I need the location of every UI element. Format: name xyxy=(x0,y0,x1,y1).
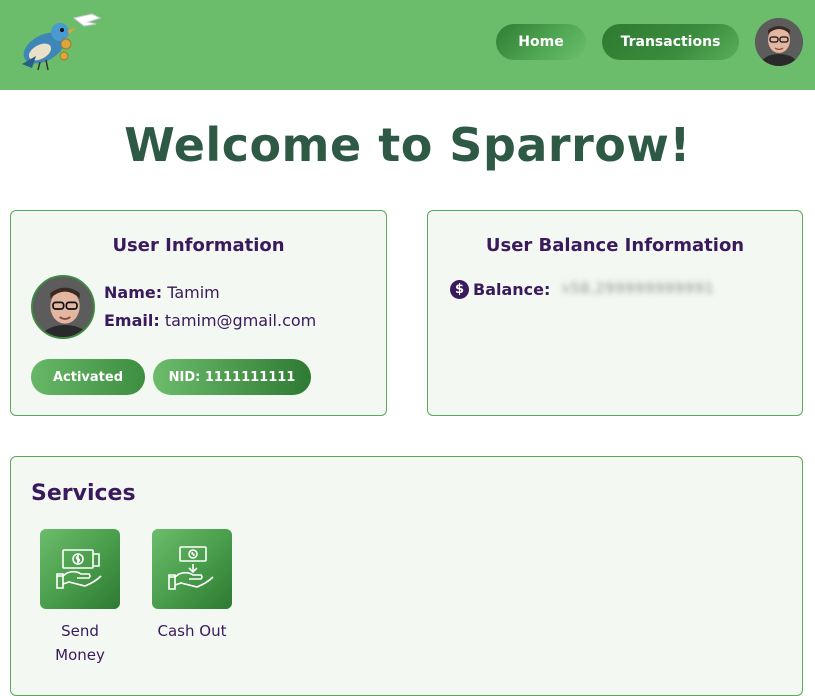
send-money-icon xyxy=(56,549,102,589)
service-label: Send Money xyxy=(55,622,105,664)
name-value: Tamim xyxy=(167,283,220,302)
nid-badge: NID: 1111111111 xyxy=(153,359,311,395)
balance-card: User Balance Information $ Balance: ৳58,… xyxy=(427,210,803,416)
user-info-title: User Information xyxy=(112,235,285,256)
service-cash-out[interactable]: Cash Out xyxy=(137,529,247,643)
profile-photo-icon xyxy=(33,277,93,337)
sparrow-logo-icon[interactable] xyxy=(14,12,102,72)
dollar-icon: $ xyxy=(450,279,469,299)
user-email-line: Email: tamim@gmail.com xyxy=(104,311,316,330)
service-label: Cash Out xyxy=(157,622,227,640)
nav-transactions-button[interactable]: Transactions xyxy=(602,24,739,60)
services-card: Services Send Money Cash Out xyxy=(10,456,803,696)
profile-photo-icon xyxy=(755,18,803,66)
user-info-card: User Information Name: Tamim Email: tami… xyxy=(10,210,387,416)
nav-home-button[interactable]: Home xyxy=(496,24,586,60)
service-send-money[interactable]: Send Money xyxy=(25,529,135,667)
name-label: Name: xyxy=(104,283,163,302)
balance-row: $ Balance: ৳58,299999999991 xyxy=(450,277,715,301)
status-badge: Activated xyxy=(31,359,145,395)
user-avatar xyxy=(31,275,95,339)
cash-out-icon xyxy=(168,546,214,590)
page-title: Welcome to Sparrow! xyxy=(124,118,691,172)
email-label: Email: xyxy=(104,311,160,330)
balance-value[interactable]: ৳58,299999999991 xyxy=(562,277,714,301)
user-name-line: Name: Tamim xyxy=(104,283,220,302)
top-header: Home Transactions xyxy=(0,0,815,90)
service-tile[interactable] xyxy=(40,529,120,609)
header-avatar[interactable] xyxy=(755,18,803,66)
services-title: Services xyxy=(31,481,136,506)
email-value: tamim@gmail.com xyxy=(164,311,317,330)
balance-label: Balance: xyxy=(473,279,551,299)
balance-card-title: User Balance Information xyxy=(485,235,745,256)
service-tile[interactable] xyxy=(152,529,232,609)
